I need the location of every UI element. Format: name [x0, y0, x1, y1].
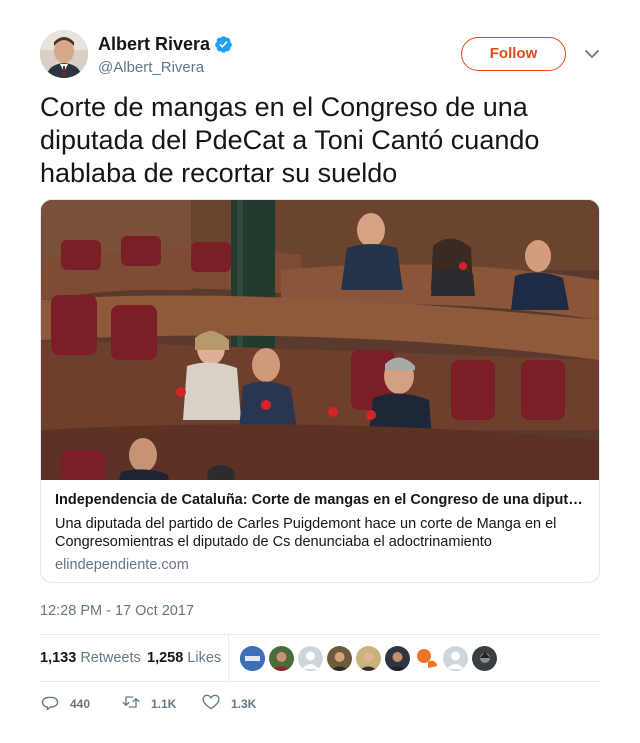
liker-avatar[interactable]: [269, 646, 294, 671]
like-count: 1.3K: [231, 697, 257, 711]
retweet-button[interactable]: 1.1K: [121, 693, 176, 715]
retweet-count: 1.1K: [151, 697, 177, 711]
tweet-actions: 440 1.1K 1.3K: [40, 693, 600, 715]
liker-avatar[interactable]: [240, 646, 265, 671]
reply-count: 440: [70, 697, 91, 711]
likes-label: Likes: [187, 650, 222, 666]
user-handle[interactable]: @Albert_Rivera: [98, 59, 233, 76]
reply-icon: [40, 692, 60, 717]
liker-avatar[interactable]: [356, 646, 381, 671]
liker-avatar[interactable]: [327, 646, 352, 671]
verified-badge-icon: [214, 35, 233, 54]
card-description: Una diputada del partido de Carles Puigd…: [55, 516, 557, 550]
tweet-timestamp[interactable]: 12:28 PM - 17 Oct 2017: [40, 603, 194, 619]
tweet-text: Corte de mangas en el Congreso de una di…: [40, 92, 540, 188]
tweet-header: Albert Rivera @Albert_Rivera Follow: [40, 30, 600, 82]
card-image: [41, 200, 599, 480]
card-domain: elindependiente.com: [55, 557, 189, 573]
retweets-stat[interactable]: 1,133 Retweets: [40, 650, 141, 666]
display-name-row: Albert Rivera: [98, 33, 233, 55]
liker-avatar[interactable]: [298, 646, 323, 671]
reply-button[interactable]: 440: [40, 693, 90, 715]
card-title[interactable]: Independencia de Cataluña: Corte de mang…: [55, 491, 585, 510]
tweet-stats: 1,133 Retweets 1,258 Likes: [40, 634, 600, 682]
liker-avatar[interactable]: [385, 646, 410, 671]
avatar[interactable]: [40, 30, 88, 78]
link-card[interactable]: Independencia de Cataluña: Corte de mang…: [40, 199, 600, 583]
liker-avatar[interactable]: [443, 646, 468, 671]
likes-count: 1,258: [147, 650, 184, 666]
card-body: Independencia de Cataluña: Corte de mang…: [41, 480, 599, 574]
user-names: Albert Rivera @Albert_Rivera: [98, 33, 233, 76]
retweets-count: 1,133: [40, 650, 77, 666]
likes-stat[interactable]: 1,258 Likes: [147, 650, 221, 666]
liker-avatar[interactable]: [472, 646, 497, 671]
heart-icon: [201, 692, 221, 717]
display-name[interactable]: Albert Rivera: [98, 34, 210, 55]
stats-divider: [228, 635, 229, 681]
liker-avatar[interactable]: [414, 646, 439, 671]
chevron-down-icon[interactable]: [583, 47, 601, 61]
like-button[interactable]: 1.3K: [201, 693, 256, 715]
follow-button[interactable]: Follow: [461, 37, 566, 71]
retweet-icon: [121, 692, 141, 717]
retweets-label: Retweets: [80, 650, 141, 666]
